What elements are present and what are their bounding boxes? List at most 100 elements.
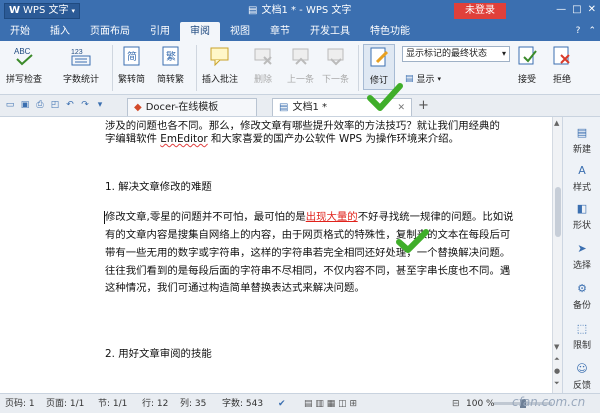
s2t-icon: 繁 xyxy=(159,44,183,68)
new-file-icon[interactable]: ▭ xyxy=(4,99,16,111)
next-page-icon[interactable]: ⏷ xyxy=(554,379,560,388)
undo-icon[interactable]: ↶ xyxy=(64,99,76,111)
chevron-down-icon[interactable]: ▾ xyxy=(94,99,106,111)
delete-comment-icon xyxy=(251,44,275,68)
status-bar: 页码: 1 页面: 1/1 节: 1/1 行: 12 列: 35 字数: 543… xyxy=(0,393,600,413)
minimize-button[interactable]: — xyxy=(556,3,566,17)
display-button[interactable]: ▤ 显示 ▾ xyxy=(405,72,442,86)
misspelled-word[interactable]: EmEditor xyxy=(160,133,207,145)
delete-comment-button[interactable]: 删除 xyxy=(251,44,275,85)
side-style[interactable]: A 样式 xyxy=(563,164,600,194)
tab-developer[interactable]: 开发工具 xyxy=(300,22,360,41)
tab-section[interactable]: 章节 xyxy=(260,22,300,41)
word-count-icon: 123 xyxy=(69,44,93,68)
text-run: 字编辑软件 xyxy=(105,133,161,145)
print-icon[interactable]: ⎙ xyxy=(34,99,46,111)
style-icon: A xyxy=(578,164,586,177)
paragraph-line: 有的文章内容是搜集自网络上的内容，由于网页格式的特殊性，复制来的文本在每段后可 xyxy=(105,229,511,241)
side-new-label: 新建 xyxy=(572,145,591,155)
tab-special[interactable]: 特色功能 xyxy=(360,22,420,41)
document-icon: ▤ xyxy=(248,5,258,16)
title-bar: W WPS 文字 ▾ ▤ 文档1 * - WPS 文字 未登录 — □ ✕ xyxy=(0,0,600,22)
check-mark-icon xyxy=(367,83,403,111)
display-markup-select[interactable]: 显示标记的最终状态 xyxy=(402,46,510,62)
tab-view[interactable]: 视图 xyxy=(220,22,260,41)
svg-text:简: 简 xyxy=(127,50,137,63)
next-label: 下一条 xyxy=(322,75,350,85)
side-select[interactable]: ➤ 选择 xyxy=(563,243,600,272)
insert-comment-button[interactable]: 插入批注 xyxy=(202,44,238,85)
collapse-ribbon-icon[interactable]: ⌃ xyxy=(584,22,600,41)
wps-logo-icon: W xyxy=(9,5,21,16)
chevron-down-icon: ▾ xyxy=(437,74,442,83)
traditional-to-simplified-button[interactable]: 简 繁转简 xyxy=(118,44,145,85)
spell-status-icon[interactable]: ✔ xyxy=(278,394,286,414)
zoom-out-icon[interactable]: ⊟ xyxy=(452,394,460,414)
tab-page-layout[interactable]: 页面布局 xyxy=(80,22,140,41)
scroll-up-icon[interactable]: ▲ xyxy=(554,119,559,127)
select-browse-icon[interactable]: ● xyxy=(554,367,560,375)
chevron-down-icon: ▾ xyxy=(71,7,75,15)
spell-check-label: 拼写检查 xyxy=(6,75,43,85)
reject-button[interactable]: 拒绝 xyxy=(550,44,574,85)
app-menu-button[interactable]: W WPS 文字 ▾ xyxy=(4,3,80,19)
close-button[interactable]: ✕ xyxy=(588,3,596,17)
preview-icon[interactable]: ◰ xyxy=(49,99,61,111)
maximize-button[interactable]: □ xyxy=(572,3,581,17)
new-tab-icon[interactable]: + xyxy=(418,99,429,113)
side-backup[interactable]: ⚙ 备份 xyxy=(563,283,600,312)
login-button[interactable]: 未登录 xyxy=(454,3,506,19)
spell-check-icon: ABC xyxy=(12,44,36,68)
tab-start[interactable]: 开始 xyxy=(0,22,40,41)
tracked-insertion[interactable]: 出现大量的 xyxy=(306,211,358,223)
display-label: 显示 xyxy=(416,75,435,85)
accept-icon xyxy=(515,44,539,68)
comment-icon xyxy=(208,44,232,68)
watermark-text: cfan.com.cn xyxy=(512,395,586,409)
simplified-to-traditional-button[interactable]: 繁 简转繁 xyxy=(157,44,184,85)
text-run: 不好寻找统一规律的问题。比如说 xyxy=(357,211,514,223)
tab-references[interactable]: 引用 xyxy=(140,22,180,41)
side-feedback[interactable]: ☺ 反馈 xyxy=(563,363,600,392)
reject-icon xyxy=(550,44,574,68)
review-ribbon: ABC 拼写检查 123 字数统计 简 繁转简 繁 简转繁 插入批注 删除 上一… xyxy=(0,41,600,95)
scroll-thumb[interactable] xyxy=(555,187,561,237)
zoom-level[interactable]: 100 % xyxy=(466,394,495,414)
track-changes-icon xyxy=(367,45,391,69)
side-restrict[interactable]: ⬚ 限制 xyxy=(563,323,600,352)
word-count-button[interactable]: 123 字数统计 xyxy=(63,44,99,85)
check-mark-icon xyxy=(396,229,429,253)
next-comment-button[interactable]: 下一条 xyxy=(322,44,349,85)
save-icon[interactable]: ▣ xyxy=(19,99,31,111)
prev-page-icon[interactable]: ⏶ xyxy=(554,355,560,364)
spell-check-button[interactable]: ABC 拼写检查 xyxy=(6,44,42,85)
side-style-label: 样式 xyxy=(572,183,591,193)
accept-button[interactable]: 接受 xyxy=(515,44,539,85)
tab-insert[interactable]: 插入 xyxy=(40,22,80,41)
help-icon[interactable]: ? xyxy=(572,22,585,41)
vertical-scrollbar[interactable]: ▲ ▼ ⏶ ● ⏷ xyxy=(552,117,562,393)
t2s-icon: 简 xyxy=(120,44,144,68)
ribbon-tabs: 开始 插入 页面布局 引用 审阅 视图 章节 开发工具 特色功能 ? ⌃ xyxy=(0,22,600,41)
left-margin xyxy=(0,117,8,393)
section-heading: 1. 解决文章修改的难题 xyxy=(105,181,212,193)
quick-access-toolbar: ▭ ▣ ⎙ ◰ ↶ ↷ ▾ xyxy=(4,99,106,111)
view-mode-icon[interactable]: ▤ ▥ ▦ ◫ ⊞ xyxy=(304,394,357,414)
document-tabs-bar: ▭ ▣ ⎙ ◰ ↶ ↷ ▾ ◆ Docer-在线模板 ▤ 文档1 * ✕ + xyxy=(0,95,600,117)
side-shape[interactable]: ◧ 形状 xyxy=(563,202,600,232)
side-backup-label: 备份 xyxy=(572,301,591,311)
shape-icon: ◧ xyxy=(576,202,588,215)
abc-glyph: ABC xyxy=(14,47,31,56)
tab-docer-template[interactable]: ◆ Docer-在线模板 xyxy=(127,98,257,116)
insert-comment-label: 插入批注 xyxy=(202,75,239,85)
scroll-down-icon[interactable]: ▼ xyxy=(554,343,559,351)
prev-comment-button[interactable]: 上一条 xyxy=(287,44,314,85)
accept-label: 接受 xyxy=(517,75,536,85)
redo-icon[interactable]: ↷ xyxy=(79,99,91,111)
window-title: ▤ 文档1 * - WPS 文字 xyxy=(248,4,351,18)
side-shape-label: 形状 xyxy=(572,221,591,231)
tab-review[interactable]: 审阅 xyxy=(180,22,220,41)
status-words[interactable]: 字数: 543 xyxy=(222,394,263,414)
task-pane: ▤ 新建 A 样式 ◧ 形状 ➤ 选择 ⚙ 备份 ⬚ 限制 ☺ 反馈 xyxy=(562,117,600,393)
side-new[interactable]: ▤ 新建 xyxy=(563,127,600,156)
